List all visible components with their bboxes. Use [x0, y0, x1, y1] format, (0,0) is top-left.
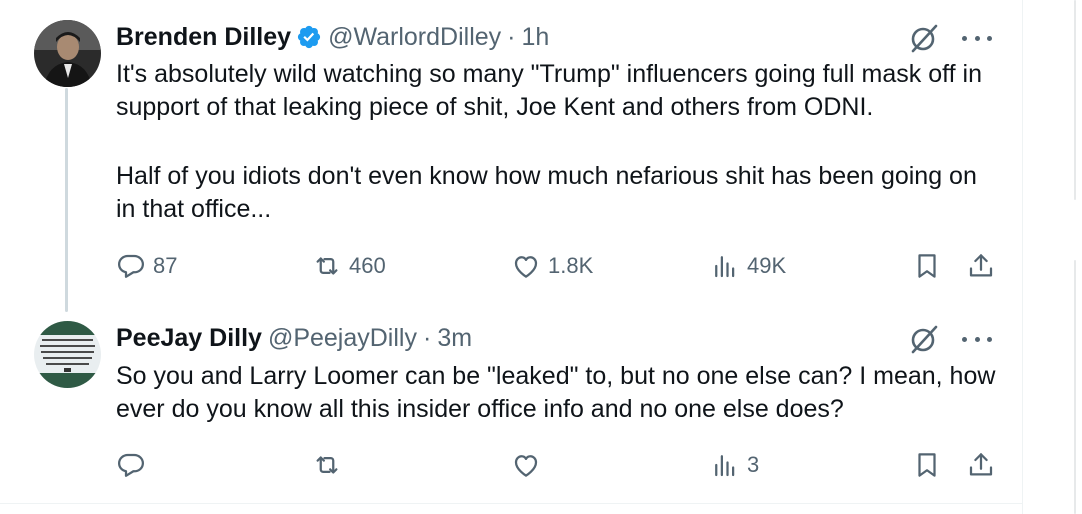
like-icon	[514, 455, 538, 477]
like-button[interactable]: 1.8K	[511, 249, 593, 283]
tweet-text: So you and Larry Loomer can be "leaked" …	[116, 362, 1003, 423]
divider	[0, 503, 1022, 504]
share-button[interactable]	[966, 249, 996, 283]
bookmark-button[interactable]	[912, 249, 942, 283]
grok-icon[interactable]	[908, 22, 940, 54]
bookmark-icon	[918, 453, 936, 477]
views-button[interactable]: 49K	[710, 249, 786, 283]
more-icon[interactable]	[962, 334, 992, 344]
sidebar-edge	[1074, 260, 1076, 514]
author-name[interactable]: PeeJay Dilly	[116, 324, 262, 353]
share-icon	[969, 453, 993, 476]
tweet-header: Brenden Dilley @WarlordDilley · 1h	[116, 20, 549, 54]
verified-badge-icon	[297, 25, 321, 49]
tweet-actions: 87 460 1.8K 49K	[116, 249, 998, 283]
bookmark-icon	[918, 254, 936, 278]
sidebar-edge	[1074, 0, 1076, 200]
like-button[interactable]	[511, 448, 548, 482]
tweet-header: PeeJay Dilly @PeejayDilly · 3m	[116, 321, 472, 355]
share-button[interactable]	[966, 448, 996, 482]
separator-dot: ·	[422, 323, 432, 352]
conversation-panel: Brenden Dilley @WarlordDilley · 1h It's …	[0, 0, 1023, 514]
author-name[interactable]: Brenden Dilley	[116, 23, 291, 52]
timestamp[interactable]: 1h	[521, 23, 549, 52]
bookmark-button[interactable]	[912, 448, 942, 482]
tweet-actions: 3	[116, 448, 998, 482]
like-icon	[514, 256, 538, 278]
more-icon[interactable]	[962, 33, 992, 43]
repost-icon	[316, 257, 338, 275]
views-icon	[715, 455, 735, 477]
tweet-parent[interactable]: Brenden Dilley @WarlordDilley · 1h It's …	[0, 0, 1022, 300]
avatar[interactable]	[34, 20, 101, 87]
repost-button[interactable]	[312, 448, 349, 482]
reply-icon	[118, 453, 144, 477]
timestamp[interactable]: 3m	[437, 324, 472, 353]
avatar[interactable]	[34, 321, 101, 388]
tweet-header-icons	[908, 22, 992, 54]
tweet-reply[interactable]: PeeJay Dilly @PeejayDilly · 3m So you an…	[0, 300, 1022, 500]
author-handle[interactable]: @WarlordDilley	[328, 23, 501, 52]
share-icon	[969, 254, 993, 277]
reply-icon	[118, 254, 144, 278]
like-count: 1.8K	[548, 253, 594, 278]
tweet-header-icons	[908, 323, 992, 355]
reply-count: 87	[153, 253, 178, 278]
repost-button[interactable]: 460	[312, 249, 386, 283]
author-handle[interactable]: @PeejayDilly	[268, 324, 417, 353]
views-button[interactable]: 3	[710, 448, 759, 482]
avatar-photo	[34, 321, 101, 388]
reply-button[interactable]	[116, 448, 153, 482]
tweet-text-paragraph-1: It's absolutely wild watching so many "T…	[116, 60, 989, 121]
views-count: 49K	[747, 253, 787, 278]
tweet-text-paragraph-2: Half of you idiots don't even know how m…	[116, 162, 984, 223]
reply-button[interactable]: 87	[116, 249, 177, 283]
avatar-photo	[34, 20, 101, 87]
repost-icon	[316, 456, 338, 474]
views-count: 3	[747, 452, 760, 477]
separator-dot: ·	[507, 22, 516, 51]
views-icon	[715, 256, 735, 278]
grok-icon[interactable]	[908, 323, 940, 355]
repost-count: 460	[349, 253, 386, 278]
